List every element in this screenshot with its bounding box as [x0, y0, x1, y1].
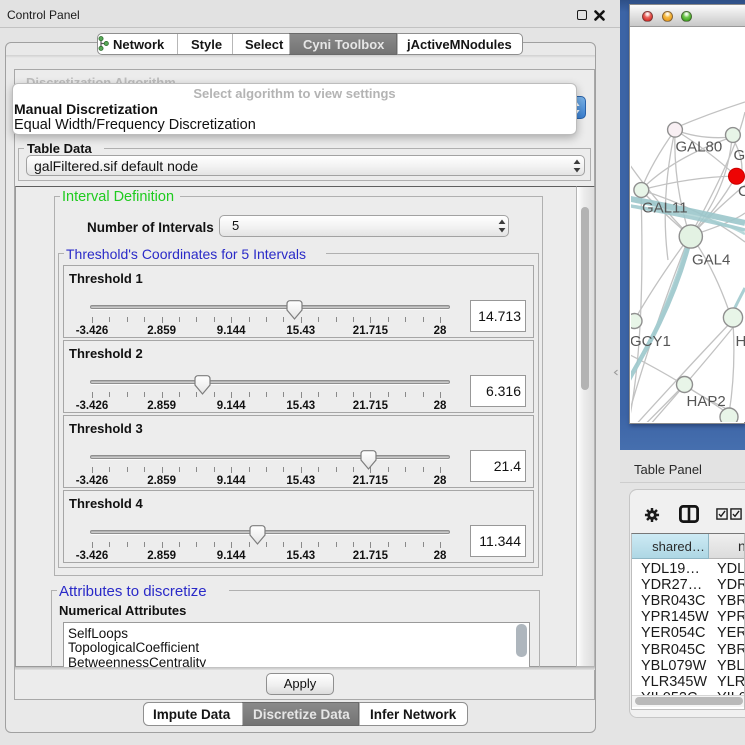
svg-text:C: C [738, 183, 745, 200]
svg-text:GAL11: GAL11 [642, 200, 688, 217]
svg-text:H: H [736, 333, 745, 350]
svg-text:GAL80: GAL80 [676, 139, 723, 156]
svg-text:GAL4: GAL4 [692, 252, 730, 269]
svg-text:GCY1: GCY1 [631, 333, 671, 350]
svg-text:GA: GA [734, 147, 745, 164]
svg-text:HAP2: HAP2 [687, 393, 726, 410]
